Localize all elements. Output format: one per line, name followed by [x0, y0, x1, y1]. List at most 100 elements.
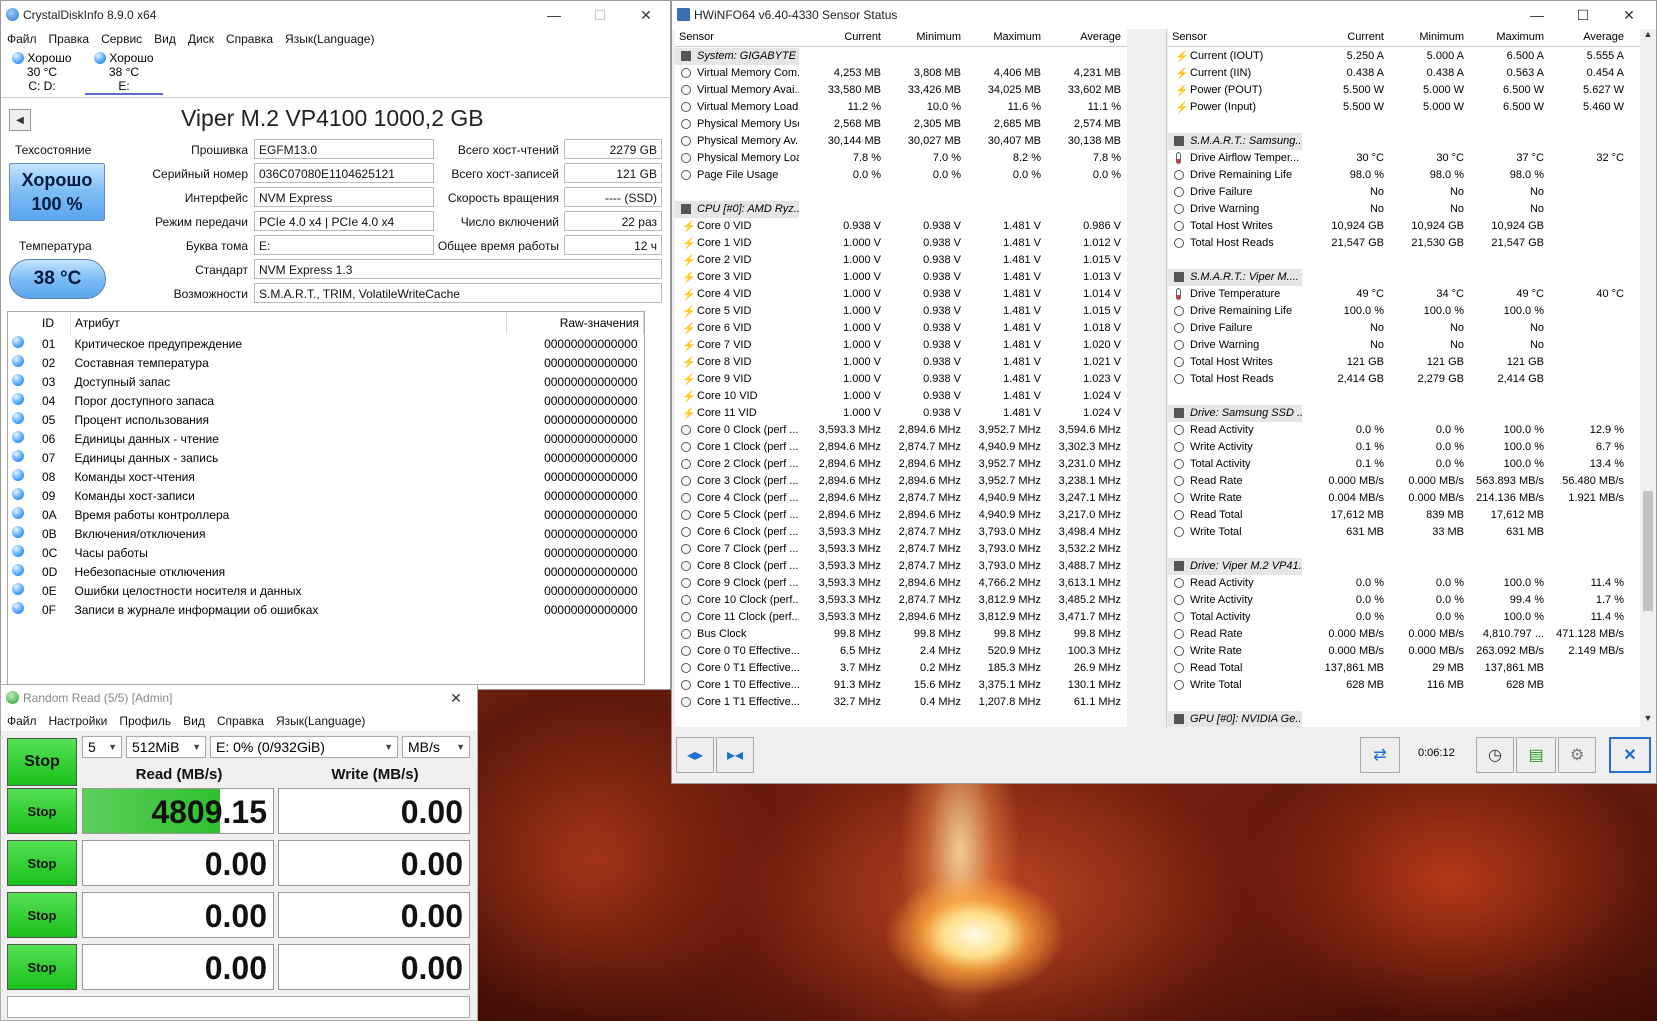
sensor-group[interactable]: GPU [#0]: NVIDIA Ge...: [1168, 711, 1302, 727]
sensor-row[interactable]: Physical Memory Load 7.8 % 7.0 % 8.2 % 7.8 %: [675, 150, 1127, 167]
table-row[interactable]: 0D Небезопасные отключения 00000000000000: [8, 562, 644, 581]
sensor-row[interactable]: Core 2 Clock (perf ... 2,894.6 MHz 2,894.6…: [675, 456, 1127, 473]
sensor-row[interactable]: Read Total 137,861 MB 29 MB 137,861 MB: [1168, 660, 1640, 677]
sensor-row[interactable]: Core 0 T0 Effective... 6.5 MHz 2.4 MHz 520.…: [675, 643, 1127, 660]
smart-attributes-table[interactable]: ID Атрибут Raw-значения 01 Критическое пр…: [7, 311, 645, 685]
sensor-row[interactable]: ⚡ Core 4 VID 1.000 V 0.938 V 1.481 V 1.014 V: [675, 286, 1127, 303]
add-report-button[interactable]: ▤: [1516, 737, 1556, 773]
sensor-row[interactable]: Core 0 T1 Effective... 3.7 MHz 0.2 MHz 185.…: [675, 660, 1127, 677]
sensor-row[interactable]: Total Activity 0.0 % 0.0 % 100.0 % 11.4 %: [1168, 609, 1640, 626]
collapse-left-button[interactable]: ◂▸: [676, 737, 714, 773]
sensor-group[interactable]: S.M.A.R.T.: Viper M....: [1168, 269, 1302, 286]
minimize-icon[interactable]: —: [531, 1, 577, 29]
sensor-group[interactable]: Drive: Samsung SSD ...: [1168, 405, 1302, 422]
table-row[interactable]: 0B Включения/отключения 00000000000000: [8, 524, 644, 543]
sensor-row[interactable]: ⚡ Core 8 VID 1.000 V 0.938 V 1.481 V 1.021 V: [675, 354, 1127, 371]
close-icon[interactable]: ✕: [433, 685, 479, 711]
settings-button[interactable]: ⚙: [1558, 737, 1596, 773]
sensor-row[interactable]: Drive Failure No No No: [1168, 320, 1640, 337]
menu-item[interactable]: Язык(Language): [276, 714, 365, 728]
sensor-row[interactable]: Core 7 Clock (perf ... 3,593.3 MHz 2,874.7…: [675, 541, 1127, 558]
sensor-row[interactable]: Physical Memory Used 2,568 MB 2,305 MB 2,68…: [675, 116, 1127, 133]
menu-item[interactable]: Сервис: [101, 32, 142, 46]
col-average[interactable]: Average: [1548, 29, 1624, 46]
clock-button[interactable]: ◷: [1476, 737, 1514, 773]
sensor-row[interactable]: ⚡ Core 5 VID 1.000 V 0.938 V 1.481 V 1.015 V: [675, 303, 1127, 320]
menu-item[interactable]: Справка: [226, 32, 273, 46]
sensor-row[interactable]: ⚡ Core 6 VID 1.000 V 0.938 V 1.481 V 1.018 V: [675, 320, 1127, 337]
table-row[interactable]: 06 Единицы данных - чтение 00000000000000: [8, 429, 644, 448]
target-drive-select[interactable]: E: 0% (0/932GiB) ▼: [210, 736, 398, 758]
stop-all-button[interactable]: Stop: [7, 738, 77, 786]
cdm-titlebar[interactable]: Random Read (5/5) [Admin] ✕: [1, 685, 477, 711]
col-current[interactable]: Current: [805, 29, 881, 46]
menu-item[interactable]: Файл: [7, 32, 37, 46]
sensor-row[interactable]: Total Host Reads 2,414 GB 2,279 GB 2,414 GB: [1168, 371, 1640, 388]
sensor-row[interactable]: ⚡ Power (POUT) 5.500 W 5.000 W 6.500 W 5.627 …: [1168, 82, 1640, 99]
sensor-row[interactable]: Total Host Reads 21,547 GB 21,530 GB 21,547…: [1168, 235, 1640, 252]
menu-item[interactable]: Язык(Language): [285, 32, 374, 46]
menu-item[interactable]: Настройки: [49, 714, 108, 728]
sensor-row[interactable]: Total Host Writes 10,924 GB 10,924 GB 10,92…: [1168, 218, 1640, 235]
col-minimum[interactable]: Minimum: [1388, 29, 1464, 46]
sensor-row[interactable]: Virtual Memory Avai... 33,580 MB 33,426 MB…: [675, 82, 1127, 99]
sensor-row[interactable]: Core 6 Clock (perf ... 3,593.3 MHz 2,874.7…: [675, 524, 1127, 541]
table-row[interactable]: 02 Составная температура 00000000000000: [8, 353, 644, 372]
close-icon[interactable]: ✕: [1606, 1, 1652, 29]
sensor-row[interactable]: ⚡ Core 0 VID 0.938 V 0.938 V 1.481 V 0.986 V: [675, 218, 1127, 235]
sensor-row[interactable]: Read Activity 0.0 % 0.0 % 100.0 % 12.9 %: [1168, 422, 1640, 439]
sensor-row[interactable]: Core 11 Clock (perf... 3,593.3 MHz 2,894.6…: [675, 609, 1127, 626]
sensor-row[interactable]: Physical Memory Av... 30,144 MB 30,027 MB 3…: [675, 133, 1127, 150]
stop-test-4-button[interactable]: Stop: [7, 944, 77, 990]
drive-tab-c[interactable]: Хорошо 30 °C C: D:: [3, 51, 81, 93]
menu-item[interactable]: Файл: [7, 714, 37, 728]
sensor-row[interactable]: Read Rate 0.000 MB/s 0.000 MB/s 563.893 MB/…: [1168, 473, 1640, 490]
sensor-row[interactable]: Drive Failure No No No: [1168, 184, 1640, 201]
sensor-group[interactable]: S.M.A.R.T.: Samsung...: [1168, 133, 1302, 150]
sensor-row[interactable]: Core 1 Clock (perf ... 2,894.6 MHz 2,874.7…: [675, 439, 1127, 456]
sensor-row[interactable]: ⚡ Core 7 VID 1.000 V 0.938 V 1.481 V 1.020 V: [675, 337, 1127, 354]
sensor-row[interactable]: ⚡ Current (IIN) 0.438 A 0.438 A 0.563 A 0.454…: [1168, 65, 1640, 82]
table-row[interactable]: 01 Критическое предупреждение 000000000000…: [8, 334, 644, 353]
scroll-up-icon[interactable]: ▲: [1640, 29, 1656, 39]
sensor-row[interactable]: Write Rate 0.000 MB/s 0.000 MB/s 263.092 MB…: [1168, 643, 1640, 660]
test-size-select[interactable]: 512MiB ▼: [126, 736, 206, 758]
sensor-row[interactable]: Core 4 Clock (perf ... 2,894.6 MHz 2,874.7…: [675, 490, 1127, 507]
sensor-row[interactable]: Core 0 Clock (perf ... 3,593.3 MHz 2,894.6…: [675, 422, 1127, 439]
sensor-row[interactable]: Read Total 17,612 MB 839 MB 17,612 MB: [1168, 507, 1640, 524]
sensor-group[interactable]: CPU [#0]: AMD Ryz...: [675, 201, 799, 218]
sensor-row[interactable]: ⚡ Core 2 VID 1.000 V 0.938 V 1.481 V 1.015 V: [675, 252, 1127, 269]
sensor-row[interactable]: ⚡ Current (IOUT) 5.250 A 5.000 A 6.500 A 5.55…: [1168, 48, 1640, 65]
exit-button[interactable]: ✕: [1609, 737, 1651, 773]
minimize-icon[interactable]: —: [1514, 1, 1560, 29]
sensor-row[interactable]: ⚡ Power (Input) 5.500 W 5.000 W 6.500 W 5.460…: [1168, 99, 1640, 116]
comment-input[interactable]: [7, 996, 470, 1018]
drive-tab-e[interactable]: Хорошо 38 °C E:: [85, 51, 163, 95]
table-row[interactable]: 0F Записи в журнале информации об ошибках…: [8, 600, 644, 619]
sensor-row[interactable]: Drive Airflow Temper... 30 °C 30 °C 37 °C 32…: [1168, 150, 1640, 167]
collapse-right-button[interactable]: ▸◂: [716, 737, 754, 773]
stop-test-2-button[interactable]: Stop: [7, 840, 77, 886]
table-row[interactable]: 08 Команды хост-чтения 00000000000000: [8, 467, 644, 486]
sensor-row[interactable]: Read Activity 0.0 % 0.0 % 100.0 % 11.4 %: [1168, 575, 1640, 592]
menu-item[interactable]: Справка: [217, 714, 264, 728]
sensor-row[interactable]: ⚡ Core 10 VID 1.000 V 0.938 V 1.481 V 1.024 V: [675, 388, 1127, 405]
sensor-row[interactable]: ⚡ Core 11 VID 1.000 V 0.938 V 1.481 V 1.024 V: [675, 405, 1127, 422]
table-row[interactable]: 07 Единицы данных - запись 00000000000000: [8, 448, 644, 467]
sensor-row[interactable]: Bus Clock 99.8 MHz 99.8 MHz 99.8 MHz 99.8 MH…: [675, 626, 1127, 643]
menu-item[interactable]: Диск: [188, 32, 214, 46]
sensor-row[interactable]: Drive Warning No No No: [1168, 337, 1640, 354]
sensor-row[interactable]: Core 8 Clock (perf ... 3,593.3 MHz 2,874.7…: [675, 558, 1127, 575]
col-maximum[interactable]: Maximum: [965, 29, 1041, 46]
sensor-row[interactable]: Write Total 631 MB 33 MB 631 MB: [1168, 524, 1640, 541]
unit-select[interactable]: MB/s ▼: [402, 736, 470, 758]
maximize-icon[interactable]: ☐: [1560, 1, 1606, 29]
prev-drive-button[interactable]: ◀: [9, 109, 31, 131]
sensor-panel-left[interactable]: Sensor Current Minimum Maximum Average System…: [675, 29, 1127, 727]
sensor-row[interactable]: Core 10 Clock (perf... 3,593.3 MHz 2,874.7…: [675, 592, 1127, 609]
scroll-down-icon[interactable]: ▼: [1640, 713, 1656, 723]
col-sensor[interactable]: Sensor: [679, 29, 714, 46]
right-panel-scrollbar[interactable]: ▲ ▼: [1640, 29, 1656, 727]
menu-item[interactable]: Правка: [49, 32, 90, 46]
sensor-row[interactable]: Drive Remaining Life 98.0 % 98.0 % 98.0 %: [1168, 167, 1640, 184]
